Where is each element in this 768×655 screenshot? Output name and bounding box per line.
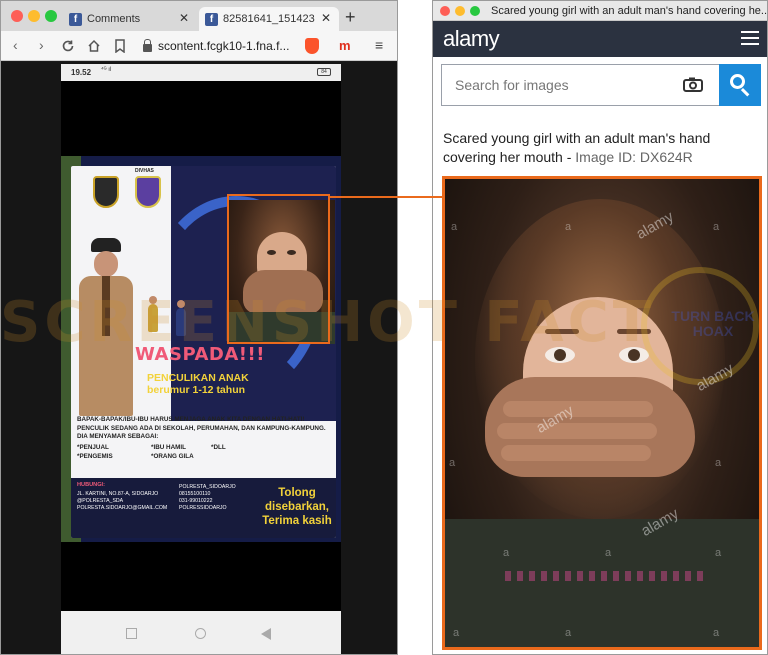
- poster-age-line: berumur 1-12 tahun: [147, 384, 246, 396]
- close-tab-icon[interactable]: ✕: [321, 11, 331, 25]
- poster-headline: WASPADA!!!: [135, 344, 265, 365]
- home-circle-icon[interactable]: [195, 628, 206, 639]
- facebook-icon: f: [69, 12, 82, 26]
- watermark-letter: a: [713, 627, 720, 639]
- poster-closing: Tolong disebarkan, Terima kasih: [262, 487, 332, 527]
- watermark-letter: a: [453, 627, 460, 639]
- close-tab-icon[interactable]: ✕: [179, 11, 189, 25]
- phone-time: 19.52: [71, 68, 92, 77]
- back-icon[interactable]: ‹: [13, 37, 18, 53]
- watermark-letter: a: [449, 457, 456, 469]
- crest-label: DIVHAS: [135, 168, 154, 174]
- url-text: scontent.fcgk10-1.fna.f...: [158, 39, 290, 53]
- window-title: Scared young girl with an adult man's ha…: [491, 5, 768, 17]
- facebook-icon: f: [205, 12, 218, 26]
- hamburger-menu-icon[interactable]: [741, 31, 759, 45]
- watermark-letter: a: [503, 547, 510, 559]
- left-browser-window: f Comments ✕ f 82581641_1514238... ✕ + ‹…: [0, 0, 398, 655]
- search-bar: [441, 64, 761, 106]
- lock-icon: [143, 39, 152, 52]
- forward-icon[interactable]: ›: [39, 37, 44, 53]
- poster-body: BAPAK-BAPAK/IBU-IBU HARUS MENJAGA ANAK K…: [77, 416, 327, 442]
- minimize-window-button[interactable]: [455, 6, 465, 16]
- disguise-item: *IBU HAMIL: [151, 444, 186, 451]
- contact-item: 031-99010222: [179, 498, 213, 504]
- camera-search-icon[interactable]: [683, 77, 703, 92]
- comparison-connector-line: [330, 196, 442, 198]
- search-icon: [730, 74, 745, 89]
- title-bar: Scared young girl with an adult man's ha…: [433, 1, 768, 21]
- contact-item: 08155100110: [179, 491, 211, 497]
- tab-label: 82581641_1514238...: [223, 13, 315, 25]
- disguise-item: *PENJUAL: [77, 444, 109, 451]
- poster-body-line: DIA MENYAMAR SEBAGAI:: [77, 433, 159, 441]
- hoax-stamp-text: TURN BACK HOAX: [671, 308, 755, 339]
- contact-heading: HUBUNGI:: [77, 482, 105, 488]
- disguise-item: *ORANG GILA: [151, 453, 194, 460]
- watermark-letter: a: [605, 547, 612, 559]
- right-browser-window: Scared young girl with an adult man's ha…: [432, 0, 768, 655]
- phone-status-bar: 19.52 ⁴ᴳ ıl 84: [61, 64, 341, 81]
- image-id: Image ID: DX624R: [575, 149, 693, 165]
- home-icon[interactable]: [87, 39, 101, 53]
- menu-icon[interactable]: ≡: [375, 37, 383, 53]
- poster-body-line: BAPAK-BAPAK/IBU-IBU HARUS MENJAGA ANAK K…: [77, 416, 305, 423]
- stock-photo[interactable]: TURN BACK HOAX alamy alamy alamy alamy a…: [442, 176, 762, 650]
- watermark-letter: a: [715, 457, 722, 469]
- alamy-logo[interactable]: alamy: [443, 26, 500, 52]
- police-officer-illustration: [75, 238, 137, 418]
- contact-item: POLRESTA_SIDOARJO: [179, 484, 236, 490]
- poster-body-line: PENCULIK SEDANG ADA DI SEKOLAH, PERUMAHA…: [77, 424, 326, 432]
- signal-icon: ⁴ᴳ ıl: [101, 67, 112, 73]
- bookmark-icon[interactable]: [114, 39, 126, 53]
- disguise-list: *DLL: [211, 443, 226, 452]
- watermark-letter: a: [565, 221, 572, 233]
- site-header: alamy: [433, 21, 767, 57]
- disguise-item: *PENGEMIS: [77, 453, 113, 460]
- battery-icon: 84: [317, 68, 331, 76]
- phone-nav-bar: [61, 611, 341, 654]
- poster-subheadline: PENCULIKAN ANAK: [147, 372, 249, 384]
- contact-list: POLRESTA_SIDOARJO 08155100110 031-990102…: [179, 484, 236, 512]
- tab-label: Comments: [87, 13, 141, 25]
- search-input[interactable]: [441, 64, 719, 106]
- watermark-letter: a: [451, 221, 458, 233]
- disguise-item: *DLL: [211, 444, 226, 451]
- mobile-site-icon[interactable]: m: [339, 38, 351, 53]
- address-bar[interactable]: scontent.fcgk10-1.fna.f...: [139, 35, 329, 57]
- police-crest-icon: [93, 176, 119, 208]
- watermark-letter: a: [715, 547, 722, 559]
- new-tab-button[interactable]: +: [345, 7, 356, 28]
- search-button[interactable]: [719, 64, 761, 106]
- recent-apps-icon[interactable]: [126, 628, 137, 639]
- contact-item: JL. KARTINI, NO.87-A, SIDOARJO: [77, 491, 159, 497]
- brave-shield-icon[interactable]: [305, 38, 319, 54]
- browser-toolbar: ‹ › scontent.fcgk10-1.fna.f... m ≡: [1, 31, 397, 61]
- image-caption: Scared young girl with an adult man's ha…: [443, 129, 761, 167]
- tab-image[interactable]: f 82581641_1514238... ✕: [199, 7, 339, 31]
- contact-item: POLRESSIDOARJO: [179, 505, 227, 511]
- reload-icon[interactable]: [61, 39, 75, 53]
- contact-item: POLRESTA.SIDOARJO@GMAIL.COM: [77, 505, 168, 511]
- zoom-window-button[interactable]: [45, 10, 57, 22]
- comparison-highlight-box: [227, 194, 330, 344]
- binmas-crest-icon: [135, 176, 161, 208]
- zoom-window-button[interactable]: [470, 6, 480, 16]
- minimize-window-button[interactable]: [28, 10, 40, 22]
- disguise-list: *PENJUAL *PENGEMIS: [77, 443, 113, 461]
- tab-comments[interactable]: f Comments ✕: [63, 7, 197, 31]
- kidnapping-illustration: [147, 296, 207, 336]
- contact-list: JL. KARTINI, NO.87-A, SIDOARJO @POLRESTA…: [77, 491, 167, 512]
- watermark-letter: a: [713, 221, 720, 233]
- close-window-button[interactable]: [440, 6, 450, 16]
- close-window-button[interactable]: [11, 10, 23, 22]
- back-triangle-icon[interactable]: [261, 628, 271, 640]
- tab-bar: f Comments ✕ f 82581641_1514238... ✕ +: [1, 1, 397, 31]
- disguise-list: *IBU HAMIL *ORANG GILA: [151, 443, 194, 461]
- contact-item: @POLRESTA_SDA: [77, 498, 124, 504]
- watermark-letter: a: [565, 627, 572, 639]
